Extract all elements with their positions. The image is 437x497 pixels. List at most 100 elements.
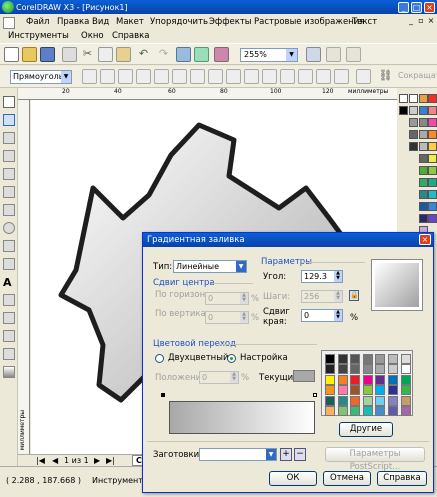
eyedropper-tool-icon[interactable] (3, 312, 15, 324)
link-icon[interactable]: ⛓ (378, 69, 393, 84)
basic-shapes-tool-icon[interactable] (3, 258, 15, 270)
help-button[interactable]: Справка (377, 471, 427, 486)
menu-layout[interactable]: Макет (116, 17, 144, 27)
current-color-swatch[interactable] (293, 370, 315, 382)
crop-tool-icon[interactable] (3, 132, 15, 144)
palette-swatch[interactable] (419, 166, 428, 175)
palette-swatch[interactable] (375, 385, 386, 396)
spinner-icon[interactable]: ▲ ▼ (334, 271, 342, 282)
palette-swatch[interactable] (375, 406, 386, 416)
menu-bitmaps[interactable]: Растровые изображения (254, 17, 364, 27)
palette-swatch[interactable] (428, 202, 437, 211)
shape-select[interactable]: Прямоуголь... ▼ (10, 70, 72, 84)
mdi-restore-button[interactable]: ▫ (417, 17, 425, 25)
menu-tools[interactable]: Инструменты (8, 31, 69, 41)
custom-radio[interactable] (227, 354, 236, 363)
interactive-fill-tool-icon[interactable] (3, 366, 15, 378)
palette-swatch[interactable] (375, 395, 386, 406)
menu-edit[interactable]: Правка (57, 17, 89, 27)
palette-swatch[interactable] (350, 406, 361, 416)
palette-swatch[interactable] (409, 106, 418, 115)
palette-swatch[interactable] (409, 94, 418, 103)
palette-swatch[interactable] (362, 395, 373, 406)
lock-icon[interactable]: 🔒 (349, 290, 359, 301)
to-curve-icon[interactable] (172, 69, 187, 84)
node-delete-icon[interactable] (100, 69, 115, 84)
palette-swatch[interactable] (325, 395, 335, 406)
palette-swatch[interactable] (375, 364, 386, 375)
edge-pad-input[interactable]: 0 ▲ ▼ (301, 309, 343, 322)
palette-swatch[interactable] (400, 395, 411, 406)
node-join-icon[interactable] (118, 69, 133, 84)
palette-swatch[interactable] (428, 190, 437, 199)
palette-swatch[interactable] (350, 354, 361, 364)
rectangle-tool-icon[interactable] (3, 204, 15, 216)
palette-swatch[interactable] (350, 374, 361, 385)
palette-swatch[interactable] (400, 364, 411, 375)
outline-tool-icon[interactable] (3, 330, 15, 342)
palette-swatch[interactable] (409, 118, 418, 127)
fill-tool-icon[interactable] (3, 348, 15, 360)
palette-swatch[interactable] (362, 364, 373, 375)
cancel-button[interactable]: Отмена (323, 471, 371, 486)
palette-swatch[interactable] (428, 154, 437, 163)
spinner-icon[interactable]: ▲ ▼ (334, 310, 342, 321)
gradient-bar[interactable] (169, 401, 315, 434)
palette-swatch[interactable] (419, 130, 428, 139)
palette-swatch[interactable] (388, 395, 398, 406)
text-tool-icon[interactable]: A (3, 276, 15, 289)
palette-swatch[interactable] (375, 374, 386, 385)
palette-swatch[interactable] (362, 406, 373, 416)
palette-swatch[interactable] (325, 354, 335, 364)
to-line-icon[interactable] (154, 69, 169, 84)
palette-swatch[interactable] (337, 395, 348, 406)
spinner-icon[interactable]: ▲ ▼ (240, 293, 248, 304)
palette-swatch[interactable] (409, 130, 418, 139)
smooth-icon[interactable] (208, 69, 223, 84)
paste-icon[interactable] (116, 47, 131, 62)
palette-swatch[interactable] (337, 354, 348, 364)
interactive-blend-tool-icon[interactable] (3, 294, 15, 306)
last-page-button[interactable]: ▶| (106, 456, 115, 465)
palette-swatch[interactable] (388, 364, 398, 375)
ok-button[interactable]: ОК (269, 471, 317, 486)
palette-swatch[interactable] (419, 202, 428, 211)
palette-swatch[interactable] (362, 354, 373, 364)
palette-swatch[interactable] (400, 406, 411, 416)
maximize-button[interactable]: □ (411, 1, 422, 13)
horizontal-input[interactable]: 0 ▲ ▼ (205, 292, 249, 305)
align-icon[interactable] (334, 69, 349, 84)
palette-swatch[interactable] (419, 214, 428, 223)
fullscreen-icon[interactable] (306, 47, 321, 62)
vertical-input[interactable]: 0 ▲ ▼ (205, 311, 249, 324)
mdi-close-button[interactable]: × (427, 17, 435, 25)
horizontal-ruler[interactable]: 20 40 60 80 100 120 миллиметры (18, 88, 397, 100)
zoom-tool-icon[interactable] (3, 150, 15, 162)
palette-swatch[interactable] (325, 374, 335, 385)
gradient-end-marker[interactable] (313, 393, 317, 397)
palette-swatch[interactable] (428, 178, 437, 187)
palette-swatch[interactable] (400, 354, 411, 364)
extend-icon[interactable] (262, 69, 277, 84)
add-preset-icon[interactable]: + (280, 448, 292, 461)
menu-help[interactable]: Справка (112, 31, 149, 41)
reverse-icon[interactable] (244, 69, 259, 84)
remove-preset-icon[interactable]: − (294, 448, 306, 461)
new-icon[interactable] (4, 47, 19, 62)
symmetric-icon[interactable] (226, 69, 241, 84)
other-colors-button[interactable]: Другие (339, 422, 393, 437)
cut-icon[interactable]: ✂ (80, 47, 95, 62)
print-icon[interactable] (62, 47, 77, 62)
next-page-button[interactable]: ▶ (94, 456, 100, 465)
spinner-icon[interactable]: ▲ ▼ (230, 372, 238, 383)
smart-fill-tool-icon[interactable] (3, 186, 15, 198)
undo-icon[interactable]: ↶ (136, 47, 151, 62)
palette-swatch[interactable] (428, 166, 437, 175)
position-input[interactable]: 0 ▲ ▼ (199, 371, 239, 384)
redo-icon[interactable]: ↷ (156, 47, 171, 62)
snap-icon[interactable] (326, 47, 341, 62)
palette-swatch[interactable] (419, 190, 428, 199)
palette-swatch[interactable] (400, 374, 411, 385)
palette-swatch[interactable] (428, 130, 437, 139)
polygon-tool-icon[interactable] (3, 240, 15, 252)
